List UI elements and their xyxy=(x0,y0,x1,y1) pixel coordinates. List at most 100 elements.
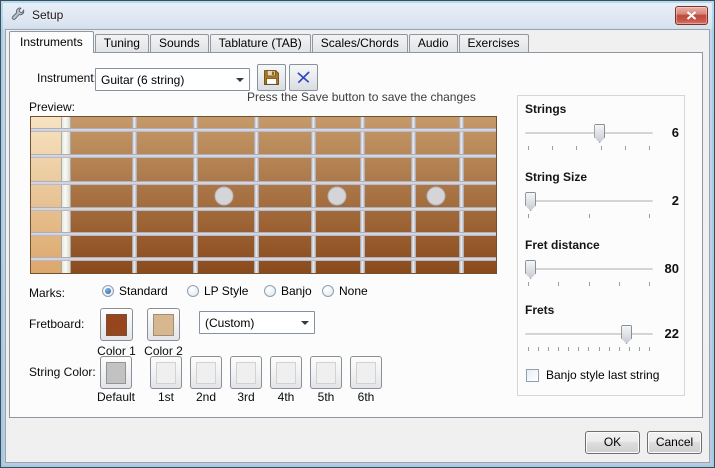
color2-swatch xyxy=(153,314,174,336)
strings-slider-group: Strings 6 xyxy=(525,102,679,151)
string-color-label: String Color: xyxy=(29,365,96,379)
string-color-button-6th[interactable] xyxy=(350,356,382,389)
instruments-tab-page: Instrument: Guitar (6 string) Press the … xyxy=(9,52,703,418)
string-color-default-label: Default xyxy=(94,390,138,404)
strings-slider[interactable] xyxy=(525,123,653,151)
board-edge xyxy=(31,117,61,273)
tab-exercises[interactable]: Exercises xyxy=(459,34,529,52)
fret-wire xyxy=(360,117,365,273)
marks-radio-lp-style[interactable]: LP Style xyxy=(187,284,248,298)
string-color-5th-label: 5th xyxy=(304,390,348,404)
ok-button[interactable]: OK xyxy=(585,431,640,454)
guitar-string xyxy=(31,257,496,261)
floppy-disk-icon xyxy=(263,69,280,86)
fret-marker-dot xyxy=(214,186,233,205)
string-color-button-default[interactable] xyxy=(100,356,132,389)
frets-slider[interactable] xyxy=(525,324,653,352)
setup-dialog: Setup Instruments Tuning Sounds Tablatur… xyxy=(0,0,715,468)
fretboard-color1-button[interactable] xyxy=(100,308,133,341)
wrench-icon xyxy=(10,7,26,23)
string-color-button-5th[interactable] xyxy=(310,356,342,389)
color1-swatch xyxy=(106,314,127,336)
strings-slider-label: Strings xyxy=(525,102,679,116)
string-size-slider-label: String Size xyxy=(525,170,679,184)
frets-slider-thumb[interactable] xyxy=(621,325,632,344)
string-size-slider[interactable] xyxy=(525,191,653,219)
slider-track xyxy=(525,268,653,271)
guitar-string xyxy=(31,154,496,158)
frets-slider-label: Frets xyxy=(525,303,679,317)
fret-distance-slider-thumb[interactable] xyxy=(525,260,536,279)
string-1-swatch xyxy=(156,362,176,384)
fret-wire xyxy=(254,117,259,273)
frets-slider-group: Frets 22 xyxy=(525,303,679,352)
string-color-button-1st[interactable] xyxy=(150,356,182,389)
fretboard-preview xyxy=(30,116,497,274)
preview-label: Preview: xyxy=(29,100,75,114)
tab-audio[interactable]: Audio xyxy=(409,34,458,52)
tab-tuning[interactable]: Tuning xyxy=(95,34,149,52)
instrument-select[interactable]: Guitar (6 string) xyxy=(95,68,250,91)
slider-ticks xyxy=(528,146,650,150)
delete-button[interactable] xyxy=(289,64,318,91)
save-button[interactable] xyxy=(257,64,286,91)
radio-icon xyxy=(187,285,199,297)
slider-ticks xyxy=(528,282,650,286)
strings-value: 6 xyxy=(653,125,679,140)
radio-icon xyxy=(322,285,334,297)
tab-tablature[interactable]: Tablature (TAB) xyxy=(210,34,311,52)
string-2-swatch xyxy=(196,362,216,384)
marks-radio-banjo[interactable]: Banjo xyxy=(264,284,312,298)
string-color-3rd-label: 3rd xyxy=(224,390,268,404)
titlebar[interactable]: Setup xyxy=(1,1,714,29)
fret-marker-dot xyxy=(427,186,446,205)
fretboard-color2-button[interactable] xyxy=(147,308,180,341)
close-button[interactable] xyxy=(675,6,708,25)
string-color-4th-label: 4th xyxy=(264,390,308,404)
chevron-down-icon xyxy=(236,78,244,82)
string-size-value: 2 xyxy=(653,193,679,208)
fret-distance-slider[interactable] xyxy=(525,259,653,287)
instrument-label: Instrument: xyxy=(37,71,97,85)
window-title: Setup xyxy=(32,8,63,22)
default-string-swatch xyxy=(106,362,126,384)
string-color-1st-label: 1st xyxy=(144,390,188,404)
radio-label: None xyxy=(339,284,368,298)
banjo-style-checkbox-row[interactable]: Banjo style last string xyxy=(526,368,659,382)
slider-ticks xyxy=(528,347,650,351)
slider-track xyxy=(525,132,653,135)
fret-wire xyxy=(193,117,198,273)
string-5-swatch xyxy=(316,362,336,384)
fret-wire xyxy=(411,117,416,273)
tab-sounds[interactable]: Sounds xyxy=(150,34,209,52)
fretboard-scheme-select[interactable]: (Custom) xyxy=(199,311,315,334)
marks-radio-standard[interactable]: Standard xyxy=(102,284,168,298)
radio-label: Standard xyxy=(119,284,168,298)
guitar-string xyxy=(31,232,496,236)
marks-radio-none[interactable]: None xyxy=(322,284,368,298)
string-color-button-2nd[interactable] xyxy=(190,356,222,389)
blue-x-icon xyxy=(296,70,311,85)
slider-track xyxy=(525,333,653,336)
fret-distance-value: 80 xyxy=(653,261,679,276)
cancel-button[interactable]: Cancel xyxy=(647,431,702,454)
strings-slider-thumb[interactable] xyxy=(594,124,605,143)
string-color-button-3rd[interactable] xyxy=(230,356,262,389)
slider-track xyxy=(525,200,653,203)
tab-scales-chords[interactable]: Scales/Chords xyxy=(312,34,408,52)
chevron-down-icon xyxy=(301,321,309,325)
guitar-string xyxy=(31,181,496,185)
radio-label: Banjo xyxy=(281,284,312,298)
frets-value: 22 xyxy=(653,326,679,341)
save-note: Press the Save button to save the change… xyxy=(247,90,476,104)
string-color-button-4th[interactable] xyxy=(270,356,302,389)
banjo-style-checkbox-label: Banjo style last string xyxy=(546,368,659,382)
tab-instruments[interactable]: Instruments xyxy=(9,31,94,53)
radio-label: LP Style xyxy=(204,284,248,298)
guitar-string xyxy=(31,128,496,132)
board-nut xyxy=(61,117,71,273)
string-3-swatch xyxy=(236,362,256,384)
banjo-style-checkbox[interactable] xyxy=(526,369,539,382)
string-size-slider-thumb[interactable] xyxy=(525,192,536,211)
fret-wire xyxy=(311,117,316,273)
